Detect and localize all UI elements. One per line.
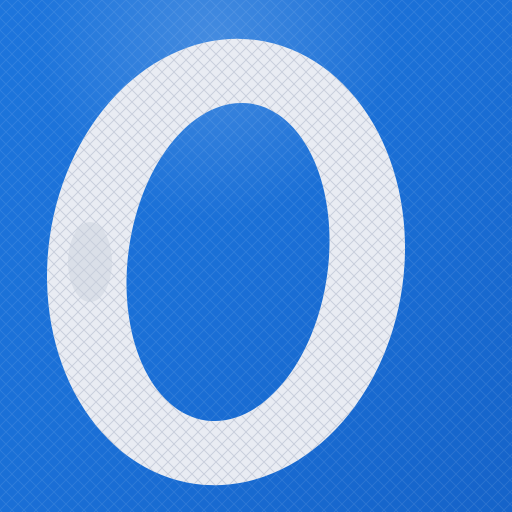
zero-glyph [0,0,512,512]
sign-svg [0,0,512,512]
sign-photo [0,0,512,512]
